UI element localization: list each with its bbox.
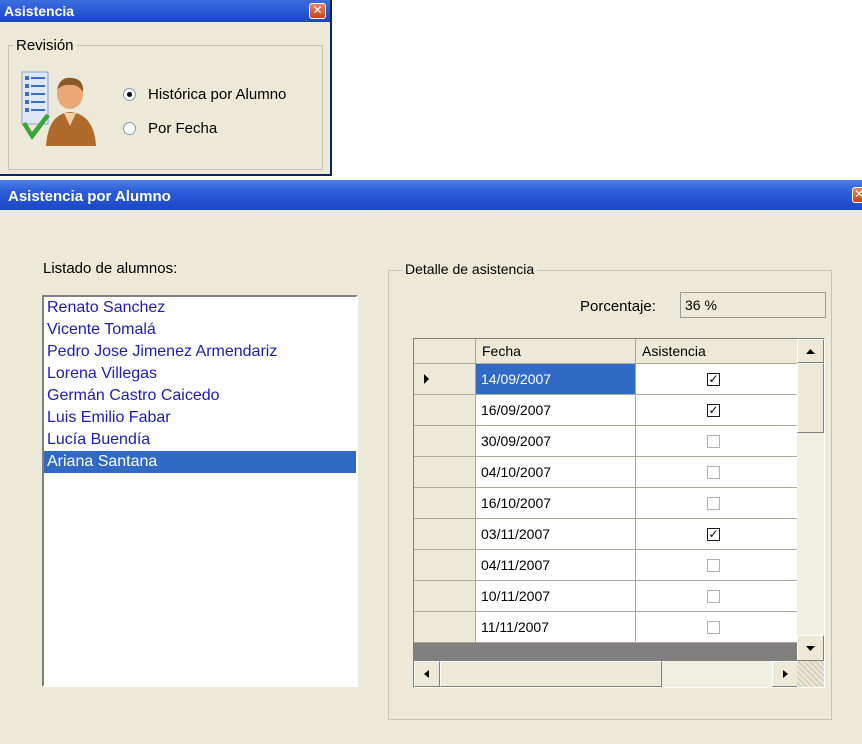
row-header[interactable] [414, 488, 476, 519]
row-header[interactable] [414, 519, 476, 550]
fecha-cell[interactable]: 16/09/2007 [476, 395, 636, 426]
grid-row[interactable]: 11/11/2007 [414, 612, 798, 643]
attendance-grid: Fecha Asistencia 14/09/2007 ✓ 16/09/2007 ✓ 3… [413, 338, 825, 688]
asistencia-title: Asistencia [4, 3, 75, 19]
row-header[interactable] [414, 457, 476, 488]
student-list-item[interactable]: Lorena Villegas [44, 363, 356, 385]
asistencia-cell [636, 457, 798, 488]
asistencia-checkbox[interactable] [707, 590, 720, 603]
asistencia-checkbox[interactable] [707, 466, 720, 479]
grid-row[interactable]: 10/11/2007 [414, 581, 798, 612]
alumno-titlebar[interactable]: Asistencia por Alumno ✕ [0, 180, 862, 210]
asistencia-checkbox[interactable] [707, 497, 720, 510]
asistencia-cell: ✓ [636, 519, 798, 550]
asistencia-checkbox[interactable] [707, 559, 720, 572]
grid-row[interactable]: 30/09/2007 [414, 426, 798, 457]
student-list-item[interactable]: Germán Castro Caicedo [44, 385, 356, 407]
fecha-cell[interactable]: 04/10/2007 [476, 457, 636, 488]
asistencia-checkbox[interactable]: ✓ [707, 373, 720, 386]
row-header[interactable] [414, 395, 476, 426]
option-historica[interactable]: Histórica por Alumno [123, 84, 286, 104]
revision-group-label: Revisión [13, 37, 77, 54]
asistencia-checkbox[interactable]: ✓ [707, 528, 720, 541]
asistencia-checkbox[interactable] [707, 621, 720, 634]
column-header-asistencia[interactable]: Asistencia [636, 339, 798, 364]
por-fecha-radio[interactable] [123, 121, 136, 135]
scroll-thumb[interactable] [797, 363, 824, 433]
asistencia-cell [636, 612, 798, 643]
column-header-fecha[interactable]: Fecha [476, 339, 636, 364]
fecha-cell[interactable]: 10/11/2007 [476, 581, 636, 612]
row-header[interactable] [414, 364, 476, 395]
vertical-scrollbar[interactable] [797, 339, 824, 661]
current-row-arrow-icon [424, 374, 429, 384]
asistencia-checkbox[interactable] [707, 435, 720, 448]
scroll-thumb-horizontal[interactable] [440, 661, 662, 687]
student-list-item[interactable]: Vicente Tomalá [44, 319, 356, 341]
arrow-down-icon [806, 646, 815, 651]
asistencia-titlebar[interactable]: Asistencia ✕ [0, 0, 330, 22]
row-header[interactable] [414, 581, 476, 612]
option-por-fecha[interactable]: Por Fecha [123, 118, 217, 138]
por-fecha-label: Por Fecha [148, 119, 218, 137]
grid-row[interactable]: 14/09/2007 ✓ [414, 364, 798, 395]
asistencia-por-alumno-window: Asistencia por Alumno ✕ Listado de alumn… [0, 180, 862, 744]
asistencia-window: Asistencia ✕ Revisión Histórica por Alum… [0, 0, 332, 176]
student-list-item[interactable]: Luis Emilio Fabar [44, 407, 356, 429]
arrow-up-icon [806, 349, 815, 354]
row-header[interactable] [414, 426, 476, 457]
asistencia-cell [636, 581, 798, 612]
asistencia-cell [636, 426, 798, 457]
fecha-cell[interactable]: 11/11/2007 [476, 612, 636, 643]
row-header[interactable] [414, 612, 476, 643]
arrow-right-icon [783, 670, 788, 678]
fecha-cell[interactable]: 03/11/2007 [476, 519, 636, 550]
student-list-item[interactable]: Pedro Jose Jimenez Armendariz [44, 341, 356, 363]
asistencia-cell [636, 488, 798, 519]
grid-corner-header [414, 339, 476, 364]
student-attendance-icon [21, 71, 96, 146]
student-list-item[interactable]: Lucía Buendía [44, 429, 356, 451]
grid-row[interactable]: 04/11/2007 [414, 550, 798, 581]
scrollbar-corner [797, 661, 824, 687]
alumno-title: Asistencia por Alumno [8, 188, 171, 205]
scroll-left-button[interactable] [414, 661, 440, 687]
close-icon[interactable]: ✕ [852, 187, 862, 203]
student-list-item[interactable]: Renato Sanchez [44, 297, 356, 319]
arrow-left-icon [424, 670, 429, 678]
scroll-up-button[interactable] [797, 339, 824, 363]
horizontal-scrollbar[interactable] [414, 661, 798, 687]
detalle-label: Detalle de asistencia [402, 261, 538, 277]
fecha-cell[interactable]: 14/09/2007 [476, 364, 636, 395]
student-list-item[interactable]: Ariana Santana [44, 451, 356, 473]
student-list-label: Listado de alumnos: [43, 260, 178, 277]
historica-label: Histórica por Alumno [148, 85, 287, 103]
grid-row[interactable]: 16/09/2007 ✓ [414, 395, 798, 426]
asistencia-cell [636, 550, 798, 581]
row-header[interactable] [414, 550, 476, 581]
porcentaje-field: 36 % [680, 292, 826, 318]
close-icon[interactable]: ✕ [309, 3, 326, 19]
asistencia-cell: ✓ [636, 364, 798, 395]
asistencia-checkbox[interactable]: ✓ [707, 404, 720, 417]
grid-row[interactable]: 03/11/2007 ✓ [414, 519, 798, 550]
grid-row[interactable]: 16/10/2007 [414, 488, 798, 519]
student-listbox[interactable]: Renato Sanchez Vicente Tomalá Pedro Jose J… [42, 295, 358, 687]
porcentaje-label: Porcentaje: [580, 298, 656, 315]
grid-row[interactable]: 04/10/2007 [414, 457, 798, 488]
fecha-cell[interactable]: 30/09/2007 [476, 426, 636, 457]
scroll-down-button[interactable] [797, 635, 824, 661]
fecha-cell[interactable]: 04/11/2007 [476, 550, 636, 581]
fecha-cell[interactable]: 16/10/2007 [476, 488, 636, 519]
scroll-right-button[interactable] [772, 661, 798, 687]
historica-radio[interactable] [123, 87, 136, 101]
asistencia-cell: ✓ [636, 395, 798, 426]
